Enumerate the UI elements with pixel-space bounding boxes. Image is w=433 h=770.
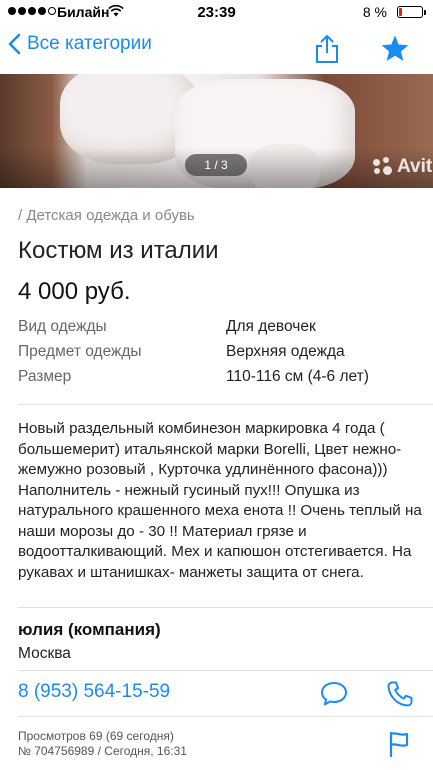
chat-bubble-icon xyxy=(321,682,347,706)
favorite-button[interactable] xyxy=(380,34,410,68)
param-label: Размер xyxy=(18,368,72,385)
listing-id-date: № 704756989 / Сегодня, 16:31 xyxy=(18,744,187,758)
param-label: Вид одежды xyxy=(18,318,107,335)
back-button-label: Все категории xyxy=(27,33,152,54)
listing-meta: Просмотров 69 (69 сегодня) № 704756989 /… xyxy=(18,729,187,759)
param-row: Предмет одежды Верхняя одежда xyxy=(18,343,418,368)
param-value: Для девочек xyxy=(226,318,316,335)
param-row: Вид одежды Для девочек xyxy=(18,318,418,343)
views-count: Просмотров 69 (69 сегодня) xyxy=(18,729,174,743)
avito-watermark: Avit xyxy=(372,156,432,178)
listing-description: Новый раздельный комбинезон маркировка 4… xyxy=(18,420,422,581)
call-button[interactable] xyxy=(386,680,414,713)
battery-icon xyxy=(397,6,426,18)
divider xyxy=(18,607,433,608)
param-value: Верхняя одежда xyxy=(226,343,345,360)
divider xyxy=(18,670,433,671)
flag-icon xyxy=(389,731,409,758)
divider xyxy=(18,404,433,405)
param-label: Предмет одежды xyxy=(18,343,142,360)
phone-icon xyxy=(387,681,413,707)
photo-gallery[interactable]: 1 / 3 Avit xyxy=(0,74,433,188)
navigation-bar: Все категории xyxy=(0,24,433,74)
param-value: 110-116 см (4-6 лет) xyxy=(226,368,369,385)
listing-params: Вид одежды Для девочек Предмет одежды Ве… xyxy=(18,318,418,393)
avito-watermark-text: Avit xyxy=(397,156,433,177)
seller-name[interactable]: юлия (компания) xyxy=(18,620,161,640)
back-button[interactable]: Все категории xyxy=(8,33,152,55)
param-row: Размер 110-116 см (4-6 лет) xyxy=(18,368,418,393)
seller-city: Москва xyxy=(18,645,71,662)
photo-counter: 1 / 3 xyxy=(185,154,247,176)
share-button[interactable] xyxy=(314,34,340,69)
battery-percent: 8 % xyxy=(362,4,387,20)
avito-logo-icon xyxy=(372,156,394,178)
phone-number-link[interactable]: 8 (953) 564-15-59 xyxy=(18,681,170,703)
report-button[interactable] xyxy=(388,731,410,762)
share-icon xyxy=(316,35,338,63)
status-bar: Билайн 23:39 8 % xyxy=(0,0,433,24)
star-icon xyxy=(381,35,409,61)
divider xyxy=(18,716,433,717)
breadcrumb[interactable]: / Детская одежда и обувь xyxy=(18,207,195,224)
message-button[interactable] xyxy=(320,681,348,712)
listing-price: 4 000 руб. xyxy=(18,278,131,305)
chevron-left-icon xyxy=(8,33,21,55)
listing-title: Костюм из италии xyxy=(18,237,219,264)
